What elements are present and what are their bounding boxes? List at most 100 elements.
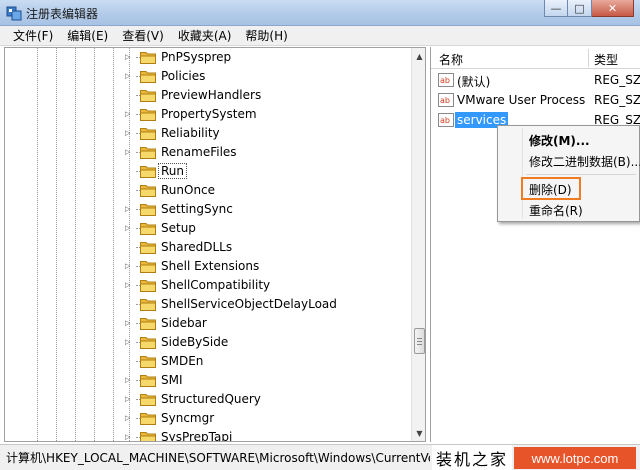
folder-icon xyxy=(140,280,156,292)
tree-node[interactable]: ▷ RenameFiles xyxy=(5,143,411,162)
string-value-icon: ab xyxy=(438,73,454,87)
title-bar: 注册表编辑器 — □ ✕ xyxy=(0,0,640,26)
tree-node[interactable]: ▷ Sidebar xyxy=(5,314,411,333)
tree-node-label: SMI xyxy=(161,373,183,387)
expand-arrow-icon[interactable]: ▷ xyxy=(125,338,130,346)
scroll-down-arrow-icon[interactable]: ▼ xyxy=(412,425,425,441)
folder-icon xyxy=(140,109,156,121)
menu-item-delete[interactable]: 删除(D) xyxy=(529,181,572,198)
tree-node[interactable]: Run xyxy=(5,162,411,181)
value-name: (默认) xyxy=(457,75,491,89)
window-title: 注册表编辑器 xyxy=(26,7,99,21)
tree-node[interactable]: PreviewHandlers xyxy=(5,86,411,105)
expand-arrow-icon[interactable]: ▷ xyxy=(125,262,130,270)
tree-node[interactable]: ▷ Syncmgr xyxy=(5,409,411,428)
tree-node[interactable]: ▷ SettingSync xyxy=(5,200,411,219)
tree-node[interactable]: ▷ SMI xyxy=(5,371,411,390)
registry-values-pane[interactable]: 名称 类型 ab (默认) REG_SZ ab VMware User Proc… xyxy=(430,47,640,442)
value-type: REG_SZ xyxy=(594,93,640,107)
registry-tree-pane[interactable]: ▷ PnPSysprep ▷ Policies PreviewHandlers ▷ Prop… xyxy=(4,47,426,442)
value-name: VMware User Process xyxy=(457,93,586,107)
folder-icon xyxy=(140,337,156,349)
expand-arrow-icon[interactable]: ▷ xyxy=(125,110,130,118)
folder-icon xyxy=(140,394,156,406)
column-type-header[interactable]: 类型 xyxy=(594,51,618,68)
window-controls: — □ ✕ xyxy=(544,0,634,18)
expand-arrow-icon[interactable]: ▷ xyxy=(125,129,130,137)
tree-node[interactable]: ▷ PnPSysprep xyxy=(5,48,411,67)
tree-node[interactable]: ▷ StructuredQuery xyxy=(5,390,411,409)
tree-node-label: RenameFiles xyxy=(161,145,237,159)
tree-node-label: ShellCompatibility xyxy=(161,278,271,292)
tree-node[interactable]: RunOnce xyxy=(5,181,411,200)
expand-arrow-icon[interactable]: ▷ xyxy=(125,205,130,213)
tree-node-label: StructuredQuery xyxy=(161,392,261,406)
expand-arrow-icon[interactable]: ▷ xyxy=(125,319,130,327)
tree-node[interactable]: SMDEn xyxy=(5,352,411,371)
close-button[interactable]: ✕ xyxy=(592,0,634,17)
folder-icon xyxy=(140,299,156,311)
string-value-icon: ab xyxy=(438,93,454,107)
menu-item-modify[interactable]: 修改(M)... xyxy=(529,132,590,149)
value-row[interactable]: ab (默认) REG_SZ xyxy=(431,70,640,90)
tree-node-label: SettingSync xyxy=(161,202,233,216)
folder-icon xyxy=(140,261,156,273)
watermark-name: 装机之家 xyxy=(432,445,512,470)
folder-icon xyxy=(140,242,156,254)
key-path: 计算机\HKEY_LOCAL_MACHINE\SOFTWARE\Microsof… xyxy=(6,451,430,465)
folder-icon xyxy=(140,356,156,368)
tree-node[interactable]: SharedDLLs xyxy=(5,238,411,257)
tree-node-label: Sidebar xyxy=(161,316,207,330)
tree-node-label: RunOnce xyxy=(161,183,216,197)
expand-arrow-icon[interactable]: ▷ xyxy=(125,72,130,80)
folder-icon xyxy=(140,128,156,140)
expand-arrow-icon[interactable]: ▷ xyxy=(125,224,130,232)
tree-node[interactable]: ▷ Setup xyxy=(5,219,411,238)
value-row[interactable]: ab VMware User Process REG_SZ xyxy=(431,90,640,110)
expand-arrow-icon[interactable]: ▷ xyxy=(125,148,130,156)
tree-node-label: PropertySystem xyxy=(161,107,257,121)
tree-node-label: Syncmgr xyxy=(161,411,215,425)
expand-arrow-icon[interactable]: ▷ xyxy=(125,281,130,289)
tree-node[interactable]: ▷ SideBySide xyxy=(5,333,411,352)
menu-view[interactable]: 查看(V) xyxy=(115,27,171,44)
tree-node[interactable]: ▷ Shell Extensions xyxy=(5,257,411,276)
folder-icon xyxy=(140,147,156,159)
tree-node-label: Run xyxy=(157,163,188,179)
folder-icon xyxy=(140,204,156,216)
scroll-up-arrow-icon[interactable]: ▲ xyxy=(412,48,425,64)
status-bar: 计算机\HKEY_LOCAL_MACHINE\SOFTWARE\Microsof… xyxy=(0,444,640,470)
minimize-button[interactable]: — xyxy=(544,0,568,17)
tree-node[interactable]: ▷ Reliability xyxy=(5,124,411,143)
tree-node[interactable]: ▷ Policies xyxy=(5,67,411,86)
folder-icon xyxy=(140,223,156,235)
tree-node[interactable]: ShellServiceObjectDelayLoad xyxy=(5,295,411,314)
tree-node-label: SharedDLLs xyxy=(161,240,233,254)
expand-arrow-icon[interactable]: ▷ xyxy=(125,433,130,441)
scrollbar-thumb[interactable] xyxy=(414,328,425,354)
expand-arrow-icon[interactable]: ▷ xyxy=(125,395,130,403)
tree-node[interactable]: ▷ SysPrepTapi xyxy=(5,428,411,441)
watermark-url: www.lotpc.com xyxy=(514,447,636,469)
tree-vertical-scrollbar[interactable]: ▲ ▼ xyxy=(411,48,425,441)
tree-node-label: ShellServiceObjectDelayLoad xyxy=(161,297,337,311)
tree-node[interactable]: ▷ ShellCompatibility xyxy=(5,276,411,295)
column-divider[interactable] xyxy=(588,49,589,67)
menu-icon-gutter xyxy=(522,128,523,219)
menu-edit[interactable]: 编辑(E) xyxy=(60,27,115,44)
tree-node[interactable]: ▷ PropertySystem xyxy=(5,105,411,124)
svg-text:ab: ab xyxy=(440,116,450,125)
tree-node-label: SideBySide xyxy=(161,335,229,349)
expand-arrow-icon[interactable]: ▷ xyxy=(125,53,130,61)
menu-item-modify-binary[interactable]: 修改二进制数据(B)... xyxy=(529,153,640,170)
menu-favorites[interactable]: 收藏夹(A) xyxy=(171,27,239,44)
menu-item-rename[interactable]: 重命名(R) xyxy=(529,202,583,219)
value-type: REG_SZ xyxy=(594,73,640,87)
menu-file[interactable]: 文件(F) xyxy=(6,27,60,44)
column-name-header[interactable]: 名称 xyxy=(439,51,463,68)
expand-arrow-icon[interactable]: ▷ xyxy=(125,414,130,422)
maximize-button[interactable]: □ xyxy=(568,0,592,17)
menu-help[interactable]: 帮助(H) xyxy=(238,27,294,44)
expand-arrow-icon[interactable]: ▷ xyxy=(125,376,130,384)
column-header: 名称 类型 xyxy=(431,47,640,69)
